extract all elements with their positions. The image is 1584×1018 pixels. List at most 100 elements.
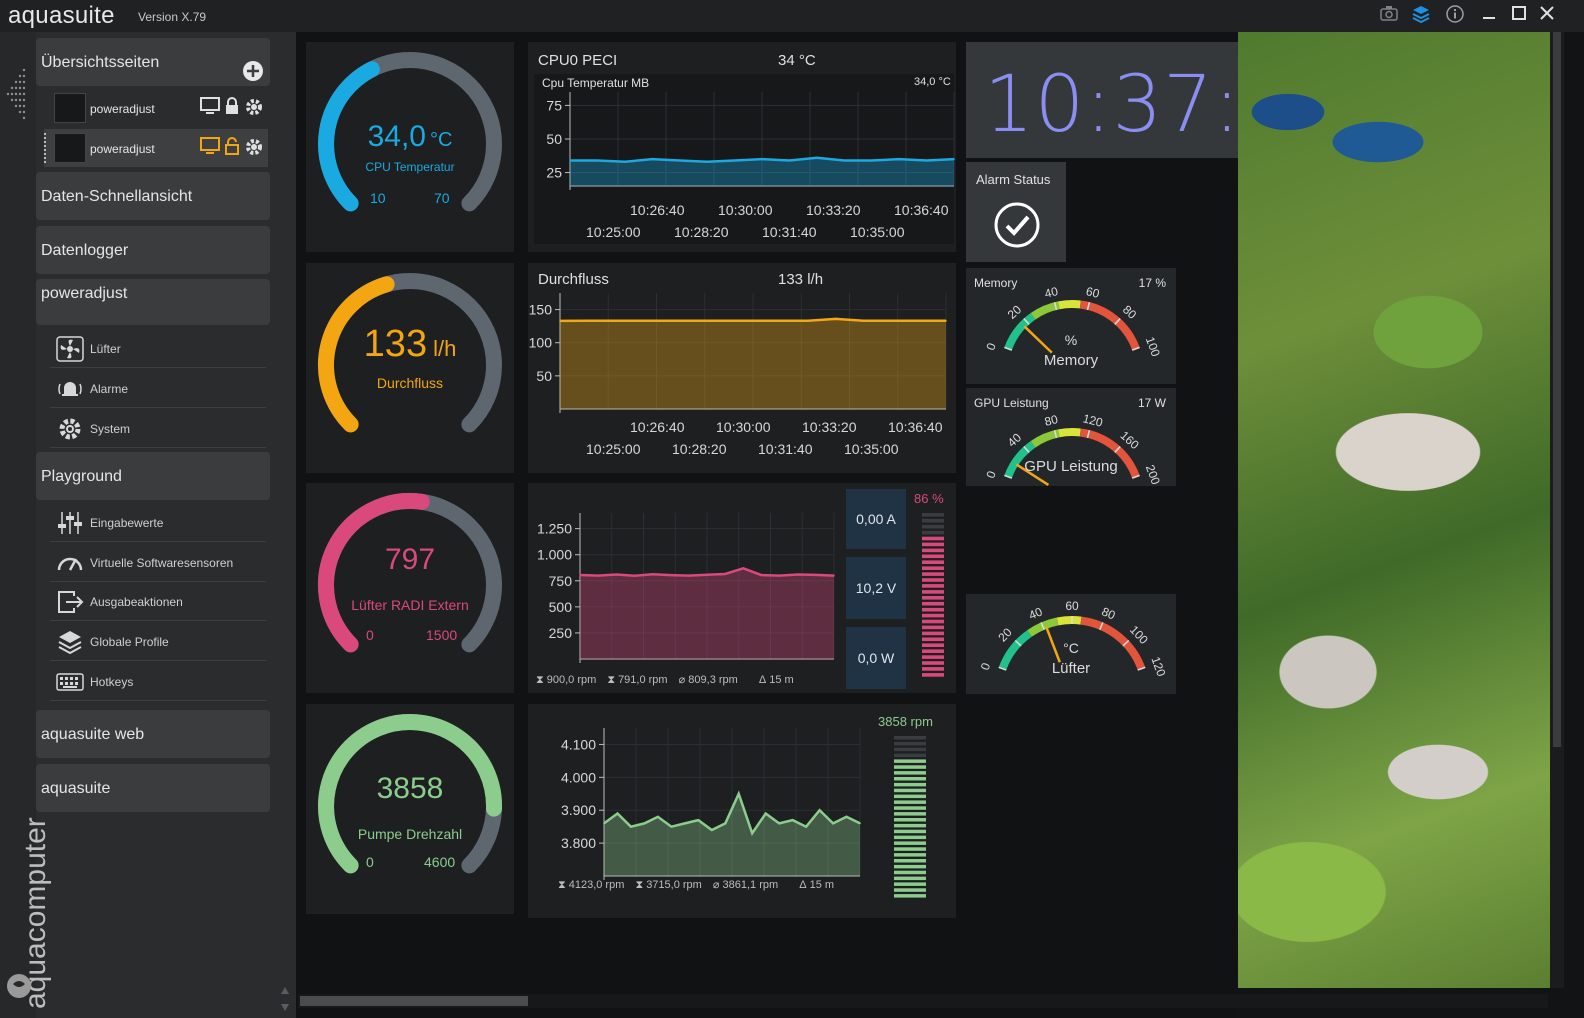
unlock-icon[interactable] [224, 137, 240, 160]
data-point [791, 819, 794, 821]
section-aquasuite-label: aquasuite [41, 780, 111, 797]
page-thumbnail [54, 133, 86, 163]
sidebar-item-global-profiles[interactable]: Globale Profile [50, 623, 266, 661]
layers-icon [56, 629, 84, 655]
data-point [706, 573, 708, 576]
data-point [670, 825, 673, 828]
section-overview[interactable]: Übersichtsseiten [36, 38, 270, 86]
x-tick: 10:25:00 [586, 441, 641, 457]
sidebar-item-system[interactable]: System [50, 410, 266, 448]
gear-icon[interactable] [244, 137, 264, 162]
section-aquasuite-web-label: aquasuite web [41, 726, 145, 743]
sidebar-item-hotkeys[interactable]: Hotkeys [50, 663, 266, 701]
level-segment [894, 747, 926, 752]
sidebar-item-fans[interactable]: Lüfter [50, 330, 266, 368]
section-aquasuite-web[interactable]: aquasuite web [36, 710, 270, 758]
section-quick-view[interactable]: Daten-Schnellansicht [36, 172, 270, 220]
layers-icon[interactable] [1410, 5, 1432, 27]
meter-tick-label: 80 [1120, 302, 1140, 322]
data-point [559, 320, 561, 322]
bar-label: 3858 rpm [878, 714, 933, 729]
maximize-icon[interactable] [1508, 5, 1530, 27]
level-segment [894, 782, 926, 787]
vertical-scrollbar[interactable] [1550, 32, 1564, 988]
camera-icon[interactable] [1378, 5, 1400, 27]
data-point [684, 822, 686, 825]
gauge-fan-radi[interactable]: 797 Lüfter RADI Extern 0 1500 [306, 483, 514, 693]
monitor-icon[interactable] [200, 137, 220, 160]
drag-handle[interactable] [44, 133, 47, 163]
meter-memory[interactable]: Memory 17 % 0 20 40 60 80 100 % Memory [966, 268, 1176, 384]
meter-fan-temperature[interactable]: 0 20 40 60 80 100 120 °C Lüfter [966, 594, 1176, 694]
data-point [643, 822, 646, 825]
stat-min: 791,0 rpm [618, 674, 668, 686]
info-icon[interactable] [1444, 5, 1466, 27]
section-playground[interactable]: Playground [36, 452, 270, 500]
level-segment [922, 536, 944, 541]
level-segment [894, 777, 926, 781]
page-item[interactable]: poweradjust [44, 89, 268, 127]
section-device[interactable]: poweradjust [36, 279, 270, 325]
page-item-active[interactable]: poweradjust [44, 129, 268, 167]
sidebar-item-output-actions[interactable]: Ausgabeaktionen [50, 583, 266, 621]
gauge-cpu-temperature[interactable]: 34,0 °C CPU Temperatur 10 70 [306, 42, 514, 252]
level-segment [894, 736, 926, 740]
data-point [678, 159, 681, 162]
data-point [778, 822, 780, 825]
data-point [742, 567, 745, 570]
data-point [614, 320, 616, 322]
scroll-thumb[interactable] [300, 996, 528, 1006]
y-tick-label: 50 [546, 131, 562, 147]
sidebar-item-alarms[interactable]: Alarme [50, 370, 266, 408]
sidebar-item-inputs[interactable]: Eingabewerte [50, 504, 266, 542]
data-point [796, 573, 799, 576]
fan-icon [56, 336, 84, 362]
level-segment [922, 643, 944, 647]
data-point [843, 159, 846, 162]
data-point [917, 320, 920, 322]
level-segment [894, 806, 926, 810]
minimize-icon[interactable] [1478, 5, 1500, 27]
gauge-label: Durchfluss [376, 375, 444, 391]
level-segment [894, 864, 926, 869]
section-device-label: poweradjust [41, 285, 128, 302]
level-segment [922, 554, 944, 559]
data-point [641, 320, 644, 322]
data-point [724, 320, 727, 322]
chart-fan[interactable]: 250 500 750 1.000 1.250 ⧗ 900,0 rpm ⧗ 791,0 rp… [528, 483, 956, 693]
data-point [870, 159, 873, 162]
section-logger[interactable]: Datenlogger [36, 226, 270, 274]
meter-gpu-power[interactable]: GPU Leistung 17 W 0 40 80 120 160 200 GPU Lei… [966, 388, 1176, 486]
level-segment [894, 847, 926, 851]
close-icon[interactable] [1536, 5, 1558, 27]
lock-icon[interactable] [224, 97, 240, 120]
collapse-handle-icon[interactable] [4, 60, 34, 140]
sidebar-item-label: Ausgabeaktionen [90, 595, 183, 609]
chart-flow[interactable]: Durchfluss 133 l/h 50 100 150 10:26:40 10:… [528, 263, 956, 473]
level-segment [894, 765, 926, 769]
chart-cpu-temperature[interactable]: CPU0 PECI 34 °C Cpu Temperatur MB 34,0 °… [528, 42, 956, 252]
meter-tick-label: 120 [1081, 411, 1104, 430]
data-point [818, 809, 821, 812]
x-tick: 10:33:20 [806, 202, 861, 218]
gear-icon[interactable] [244, 97, 264, 122]
alarm-status-widget[interactable]: Alarm Status [966, 162, 1066, 262]
sidebar-scroll-arrows[interactable] [278, 984, 292, 1014]
data-point [779, 320, 782, 322]
gauge-pump-speed[interactable]: 3858 Pumpe Drehzahl 0 4600 [306, 704, 514, 914]
section-aquasuite[interactable]: aquasuite [36, 764, 270, 812]
gauge-flow[interactable]: 133 l/h Durchfluss [306, 263, 514, 473]
power-tile: 0,0 W [846, 627, 906, 689]
add-page-icon[interactable] [242, 60, 264, 82]
level-segment [894, 882, 926, 886]
monitor-icon[interactable] [200, 97, 220, 120]
scroll-thumb[interactable] [1553, 32, 1561, 747]
x-tick: 10:36:40 [888, 419, 943, 435]
meter-unit: % [1064, 332, 1078, 348]
data-point [807, 320, 809, 322]
horizontal-scrollbar[interactable] [298, 994, 1548, 1008]
chart-pump[interactable]: 3.800 3.900 4.000 4.100 ⧗ 4123,0 rpm ⧗ 3715,0… [528, 704, 956, 918]
data-point [724, 822, 727, 825]
sidebar-item-virtual-sensors[interactable]: Virtuelle Softwaresensoren [50, 544, 266, 582]
gauge-value: 34,0 °C [367, 120, 453, 153]
